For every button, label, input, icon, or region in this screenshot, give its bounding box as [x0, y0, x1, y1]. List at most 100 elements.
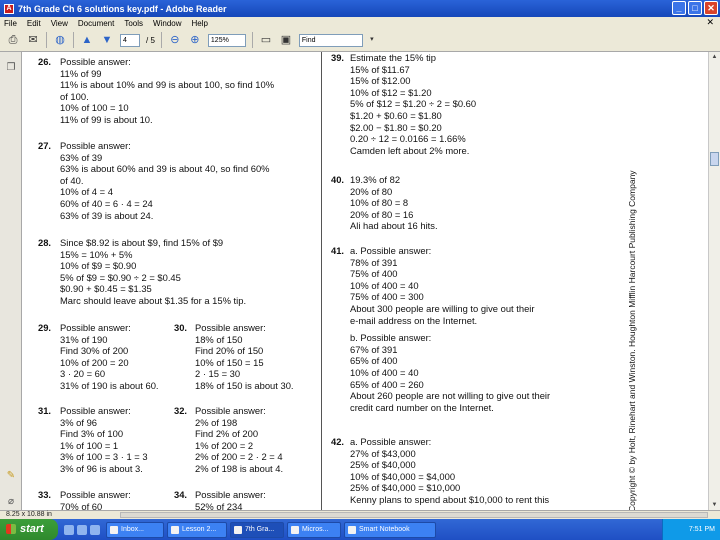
problem-number: 31. [38, 405, 52, 416]
answer-line: Estimate the 15% tip [350, 52, 436, 63]
problem-number: 26. [38, 56, 52, 67]
adobe-reader-icon: A [4, 3, 14, 14]
answer-line: 0.20 ÷ 12 = 0.0166 = 1.66% [350, 133, 466, 145]
find-input[interactable]: Find [298, 33, 363, 47]
column-divider [321, 52, 322, 510]
problem-number: 30. [174, 322, 188, 333]
toolbar: ⎙ ✉ ◍ ▲ ▼ 4 / 5 ⊖ ⊕ 125% ▭ ▣ Find ▾ [0, 29, 720, 52]
zoom-in-icon[interactable]: ⊕ [188, 33, 202, 47]
vertical-scrollbar[interactable]: ▲ ▼ [708, 52, 720, 510]
fit-width-icon[interactable]: ▭ [259, 33, 273, 47]
document-close-icon[interactable]: ✕ [706, 17, 714, 28]
menu-help[interactable]: Help [192, 19, 208, 28]
navigation-pane: ❐ ✎ ⌀ [0, 52, 22, 518]
maximize-button[interactable]: □ [688, 1, 702, 15]
answer-line: of 100. [60, 90, 89, 102]
problem-number: 41. [331, 245, 345, 256]
print-icon[interactable]: ⎙ [6, 33, 20, 47]
toolbar-separator [46, 32, 47, 48]
answer-line: e-mail address on the Internet. [350, 314, 478, 326]
menu-view[interactable]: View [51, 19, 68, 28]
answer-line: credit card number on the Internet. [350, 401, 494, 413]
problem-40: 19.3% of 82 20% of 80 10% of 80 = 8 20% … [350, 174, 438, 232]
problem-number: 28. [38, 237, 52, 248]
answer-line: 11% of 99 [60, 67, 102, 79]
problem-number: 39. [331, 52, 345, 63]
problem-number: 27. [38, 140, 52, 151]
previous-page-icon[interactable]: ▲ [80, 33, 94, 47]
answer-line: 20% of 80 [350, 185, 393, 197]
start-button[interactable]: start [0, 519, 58, 540]
answer-line: 10% of 150 = 15 [195, 356, 264, 368]
answer-line: 18% of 150 [195, 333, 243, 345]
taskbar-item-adobe-reader[interactable]: 7th Gra... [230, 521, 284, 538]
answer-line: Possible answer: [60, 140, 131, 151]
find-dropdown-icon[interactable]: ▾ [369, 33, 375, 47]
taskbar-item-microsoft[interactable]: Micros... [287, 521, 341, 538]
quick-launch-icon[interactable] [90, 524, 100, 535]
scroll-down-icon[interactable]: ▼ [709, 500, 720, 510]
answer-line: 19.3% of 82 [350, 174, 401, 185]
answer-line: 25% of $40,000 [350, 459, 416, 471]
problem-31: Possible answer: 3% of 96 Find 3% of 100… [60, 405, 148, 475]
zoom-select[interactable]: 125% [207, 33, 246, 47]
scrollbar-thumb[interactable] [710, 152, 719, 166]
answer-line: Kenny plans to spend about $10,000 to re… [350, 493, 550, 505]
close-button[interactable]: ✕ [704, 1, 718, 15]
toolbar-separator [160, 32, 162, 48]
answer-line: About 300 people are willing to give out… [350, 302, 535, 314]
menu-document[interactable]: Document [78, 19, 114, 28]
zoom-out-icon[interactable]: ⊖ [168, 33, 182, 47]
menu-window[interactable]: Window [153, 19, 181, 28]
problem-number: 32. [174, 405, 188, 416]
menu-edit[interactable]: Edit [27, 19, 41, 28]
comments-icon[interactable]: ✎ [5, 470, 17, 482]
fit-page-icon[interactable]: ▣ [279, 33, 293, 47]
horizontal-scrollbar[interactable] [120, 512, 708, 518]
pages-icon[interactable]: ❐ [5, 62, 17, 74]
menu-file[interactable]: File [4, 19, 17, 28]
answer-line: Find 3% of 100 [60, 428, 124, 440]
answer-line: 60% of 40 = 6 · 4 = 24 [60, 197, 153, 209]
answer-line: 18% of 150 is about 30. [195, 379, 294, 391]
answer-line: 27% of $43,000 [350, 447, 416, 459]
collaborate-icon[interactable]: ◍ [53, 33, 67, 47]
answer-line: Possible answer: [195, 405, 266, 416]
answer-line: 63% of 39 [60, 151, 103, 163]
page-total-label: / 5 [146, 35, 155, 45]
clock: 7:51 PM [688, 526, 715, 533]
answer-line: Find 2% of 200 [195, 428, 259, 440]
taskbar-item-smart-notebook[interactable]: Smart Notebook [344, 521, 436, 538]
quick-launch-icon[interactable] [77, 524, 87, 535]
taskbar-item-lesson[interactable]: Lesson 2... [167, 521, 227, 538]
problem-39: Estimate the 15% tip 15% of $11.67 15% o… [350, 52, 476, 156]
next-page-icon[interactable]: ▼ [100, 33, 114, 47]
email-icon[interactable]: ✉ [26, 33, 40, 47]
answer-line: Possible answer: [60, 489, 131, 500]
quick-launch-icon[interactable] [64, 524, 74, 535]
answer-line: 2% of 198 is about 4. [195, 462, 284, 474]
problem-28: Since $8.92 is about $9, find 15% of $9 … [60, 237, 246, 307]
menu-tools[interactable]: Tools [124, 19, 143, 28]
answer-line: a. Possible answer: [350, 245, 432, 256]
answer-line: a. Possible answer: [350, 436, 432, 447]
answer-line: 5% of $12 = $1.20 ÷ 2 = $0.60 [350, 98, 477, 110]
page-size-label: 8.25 x 10.88 in [6, 511, 52, 518]
answer-line: 3% of 96 [60, 416, 98, 428]
problem-29: Possible answer: 31% of 190 Find 30% of … [60, 322, 159, 392]
answer-line: of 40. [60, 174, 84, 186]
answer-line: 31% of 190 [60, 333, 108, 345]
answer-line: 11% is about 10% and 99 is about 100, so… [60, 79, 275, 91]
answer-line: Possible answer: [195, 322, 266, 333]
page-number-input[interactable]: 4 [120, 33, 140, 47]
window-titlebar: A 7th Grade Ch 6 solutions key.pdf - Ado… [0, 0, 720, 17]
scroll-up-icon[interactable]: ▲ [709, 52, 720, 62]
answer-line: 10% of 80 = 8 [350, 197, 409, 209]
taskbar-item-inbox[interactable]: Inbox... [106, 521, 164, 538]
answer-line: 10% of 100 = 10 [60, 102, 129, 114]
minimize-button[interactable]: _ [672, 1, 686, 15]
problem-number: 40. [331, 174, 345, 185]
attachments-icon[interactable]: ⌀ [5, 496, 17, 508]
problem-number: 33. [38, 489, 52, 500]
answer-line: 10% of $40,000 = $4,000 [350, 470, 456, 482]
